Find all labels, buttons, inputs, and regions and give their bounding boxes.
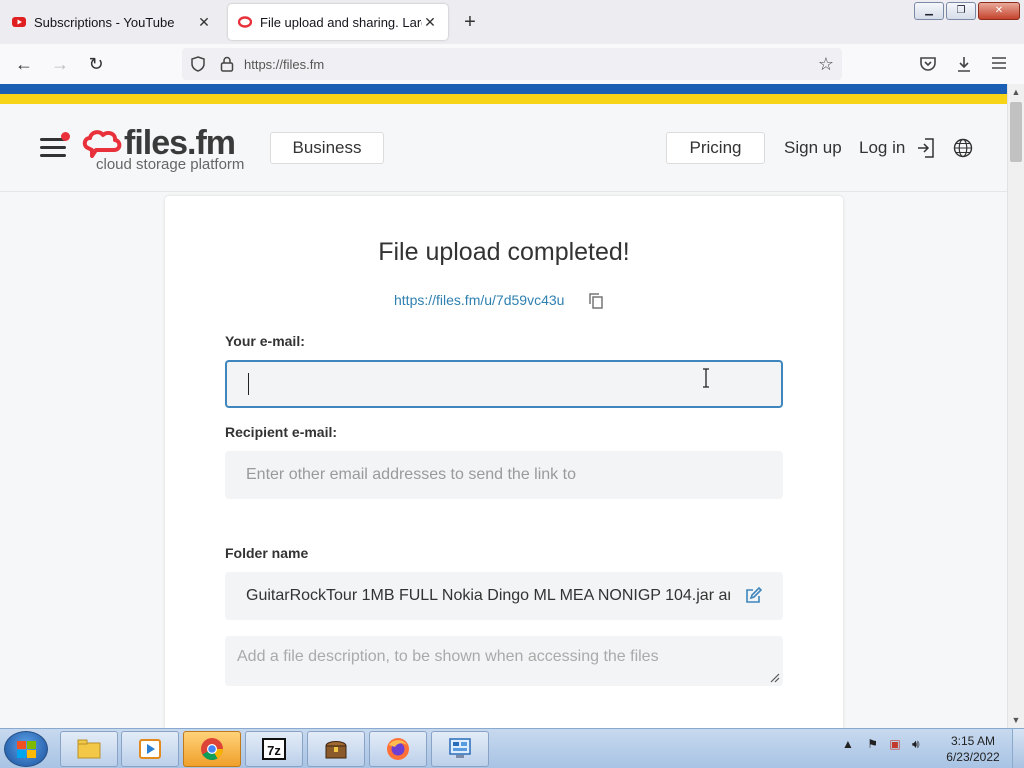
edit-pencil-icon[interactable]	[744, 587, 762, 605]
show-desktop-button[interactable]	[1012, 729, 1024, 768]
bookmark-star-icon[interactable]: ☆	[818, 54, 834, 75]
taskbar-clock[interactable]: 3:15 AM 6/23/2022	[936, 733, 1010, 765]
forward-arrow-icon[interactable]: →	[48, 54, 72, 74]
svg-text:7z: 7z	[267, 743, 281, 758]
clock-time: 3:15 AM	[950, 734, 996, 748]
7zip-icon: 7z	[262, 738, 286, 760]
filesfm-logo[interactable]: files.fm cloud storage platform	[82, 122, 258, 176]
taskbar-7zip[interactable]: 7z	[245, 731, 303, 767]
pricing-button[interactable]: Pricing	[666, 132, 765, 164]
menu-icon[interactable]	[991, 56, 1007, 70]
scroll-thumb[interactable]	[1010, 102, 1022, 162]
youtube-icon	[12, 17, 26, 27]
login-icon[interactable]	[916, 137, 936, 159]
tab-strip: Subscriptions - YouTube ✕ File upload an…	[0, 0, 1024, 44]
ukraine-stripe-yellow	[0, 94, 1007, 104]
close-tab-icon[interactable]: ✕	[196, 14, 212, 31]
firefox-icon	[387, 738, 409, 760]
start-button[interactable]	[4, 731, 48, 767]
cloud-logo-icon	[82, 130, 122, 158]
download-icon[interactable]	[955, 55, 973, 73]
your-email-input[interactable]	[225, 360, 783, 408]
tab-title: Subscriptions - YouTube	[34, 14, 175, 30]
your-email-label: Your e-mail:	[225, 333, 305, 349]
login-link[interactable]: Log in	[859, 138, 905, 158]
upload-card: File upload completed! https://files.fm/…	[165, 196, 843, 736]
resize-handle-icon[interactable]	[768, 671, 780, 683]
volume-icon[interactable]: 🔊︎	[912, 737, 920, 751]
clock-date: 6/23/2022	[946, 750, 1000, 764]
page-scrollbar[interactable]: ▲ ▼	[1007, 84, 1024, 728]
reload-icon[interactable]: ↻	[84, 54, 108, 74]
logo-tagline: cloud storage platform	[96, 156, 245, 173]
scroll-down-arrow-icon[interactable]: ▼	[1008, 712, 1024, 728]
site-header: files.fm cloud storage platform Business…	[0, 104, 1007, 192]
pocket-icon[interactable]	[919, 56, 937, 72]
notification-dot	[61, 132, 70, 141]
chrome-icon	[201, 738, 223, 760]
description-placeholder: Add a file description, to be shown when…	[237, 648, 659, 665]
treasure-chest-icon	[325, 741, 347, 759]
tab-title: File upload and sharing. Large f	[260, 14, 422, 30]
tab-filesfm[interactable]: File upload and sharing. Large f ✕	[228, 4, 448, 40]
tray-expand-icon[interactable]: ▲	[842, 737, 854, 751]
ukraine-stripe-blue	[0, 84, 1007, 94]
filesfm-favicon-icon	[238, 16, 252, 28]
taskbar-firefox[interactable]	[369, 731, 427, 767]
shield-icon	[191, 56, 205, 72]
close-tab-icon[interactable]: ✕	[422, 14, 438, 31]
lock-icon	[220, 56, 234, 72]
text-cursor-ibeam-icon	[703, 368, 709, 388]
network-disconnected-icon[interactable]: ▣	[889, 737, 900, 751]
business-button[interactable]: Business	[270, 132, 384, 164]
window-controls: ▁ ❐ ✕	[914, 2, 1020, 20]
taskbar: 7z ▲ ⚑ ▣ 🔊︎ 3:15 AM 6/23/2022	[0, 728, 1024, 768]
system-tray: ▲ ⚑ ▣ 🔊︎	[842, 737, 920, 752]
folder-name-field[interactable]: GuitarRockTour 1MB FULL Nokia Dingo ML M…	[225, 572, 783, 620]
page-body: File upload completed! https://files.fm/…	[0, 192, 1007, 736]
url-text: https://files.fm	[244, 56, 325, 72]
upload-heading: File upload completed!	[378, 238, 630, 266]
windows-logo-icon	[17, 741, 36, 758]
new-tab-button[interactable]: +	[458, 10, 482, 34]
taskbar-chrome[interactable]	[183, 731, 241, 767]
address-bar[interactable]: https://files.fm ☆	[182, 48, 842, 80]
folder-name-label: Folder name	[225, 545, 309, 561]
back-arrow-icon[interactable]: ←	[12, 54, 36, 74]
action-center-flag-icon[interactable]: ⚑	[867, 737, 878, 751]
text-caret	[248, 373, 249, 395]
file-description-textarea[interactable]: Add a file description, to be shown when…	[225, 636, 783, 686]
recipient-placeholder: Enter other email addresses to send the …	[246, 466, 576, 483]
signup-link[interactable]: Sign up	[784, 138, 842, 158]
restore-button[interactable]: ❐	[946, 2, 976, 20]
taskbar-media-player[interactable]	[121, 731, 179, 767]
globe-language-icon[interactable]	[953, 138, 973, 158]
media-player-icon	[139, 739, 161, 759]
taskbar-explorer[interactable]	[60, 731, 118, 767]
share-link[interactable]: https://files.fm/u/7d59vc43u	[394, 292, 564, 308]
taskbar-control-panel[interactable]	[431, 731, 489, 767]
taskbar-archive-app[interactable]	[307, 731, 365, 767]
nav-bar: ← → ↻ https://files.fm ☆	[0, 44, 1024, 84]
tab-youtube[interactable]: Subscriptions - YouTube ✕	[2, 4, 222, 40]
hamburger-menu-icon[interactable]	[40, 132, 70, 158]
copy-icon[interactable]	[588, 292, 604, 310]
minimize-button[interactable]: ▁	[914, 2, 944, 20]
recipient-email-label: Recipient e-mail:	[225, 424, 338, 440]
folder-name-value: GuitarRockTour 1MB FULL Nokia Dingo ML M…	[246, 587, 730, 604]
control-panel-icon	[449, 738, 471, 758]
recipient-email-input[interactable]: Enter other email addresses to send the …	[225, 451, 783, 499]
scroll-up-arrow-icon[interactable]: ▲	[1008, 84, 1024, 100]
close-window-button[interactable]: ✕	[978, 2, 1020, 20]
folder-icon	[77, 739, 101, 759]
